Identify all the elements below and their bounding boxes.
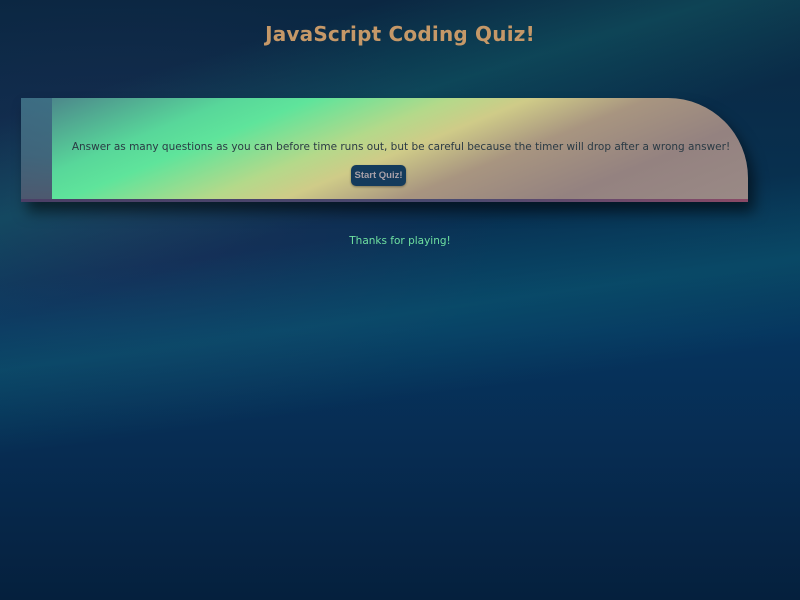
- quiz-instructions: Answer as many questions as you can befo…: [71, 141, 731, 153]
- card-bottom-border: [21, 199, 748, 202]
- page-title: JavaScript Coding Quiz!: [265, 22, 535, 46]
- start-quiz-button[interactable]: Start Quiz!: [351, 165, 406, 186]
- intro-card-container: Answer as many questions as you can befo…: [21, 98, 748, 202]
- footer-message: Thanks for playing!: [349, 235, 451, 247]
- intro-card: Answer as many questions as you can befo…: [21, 98, 748, 202]
